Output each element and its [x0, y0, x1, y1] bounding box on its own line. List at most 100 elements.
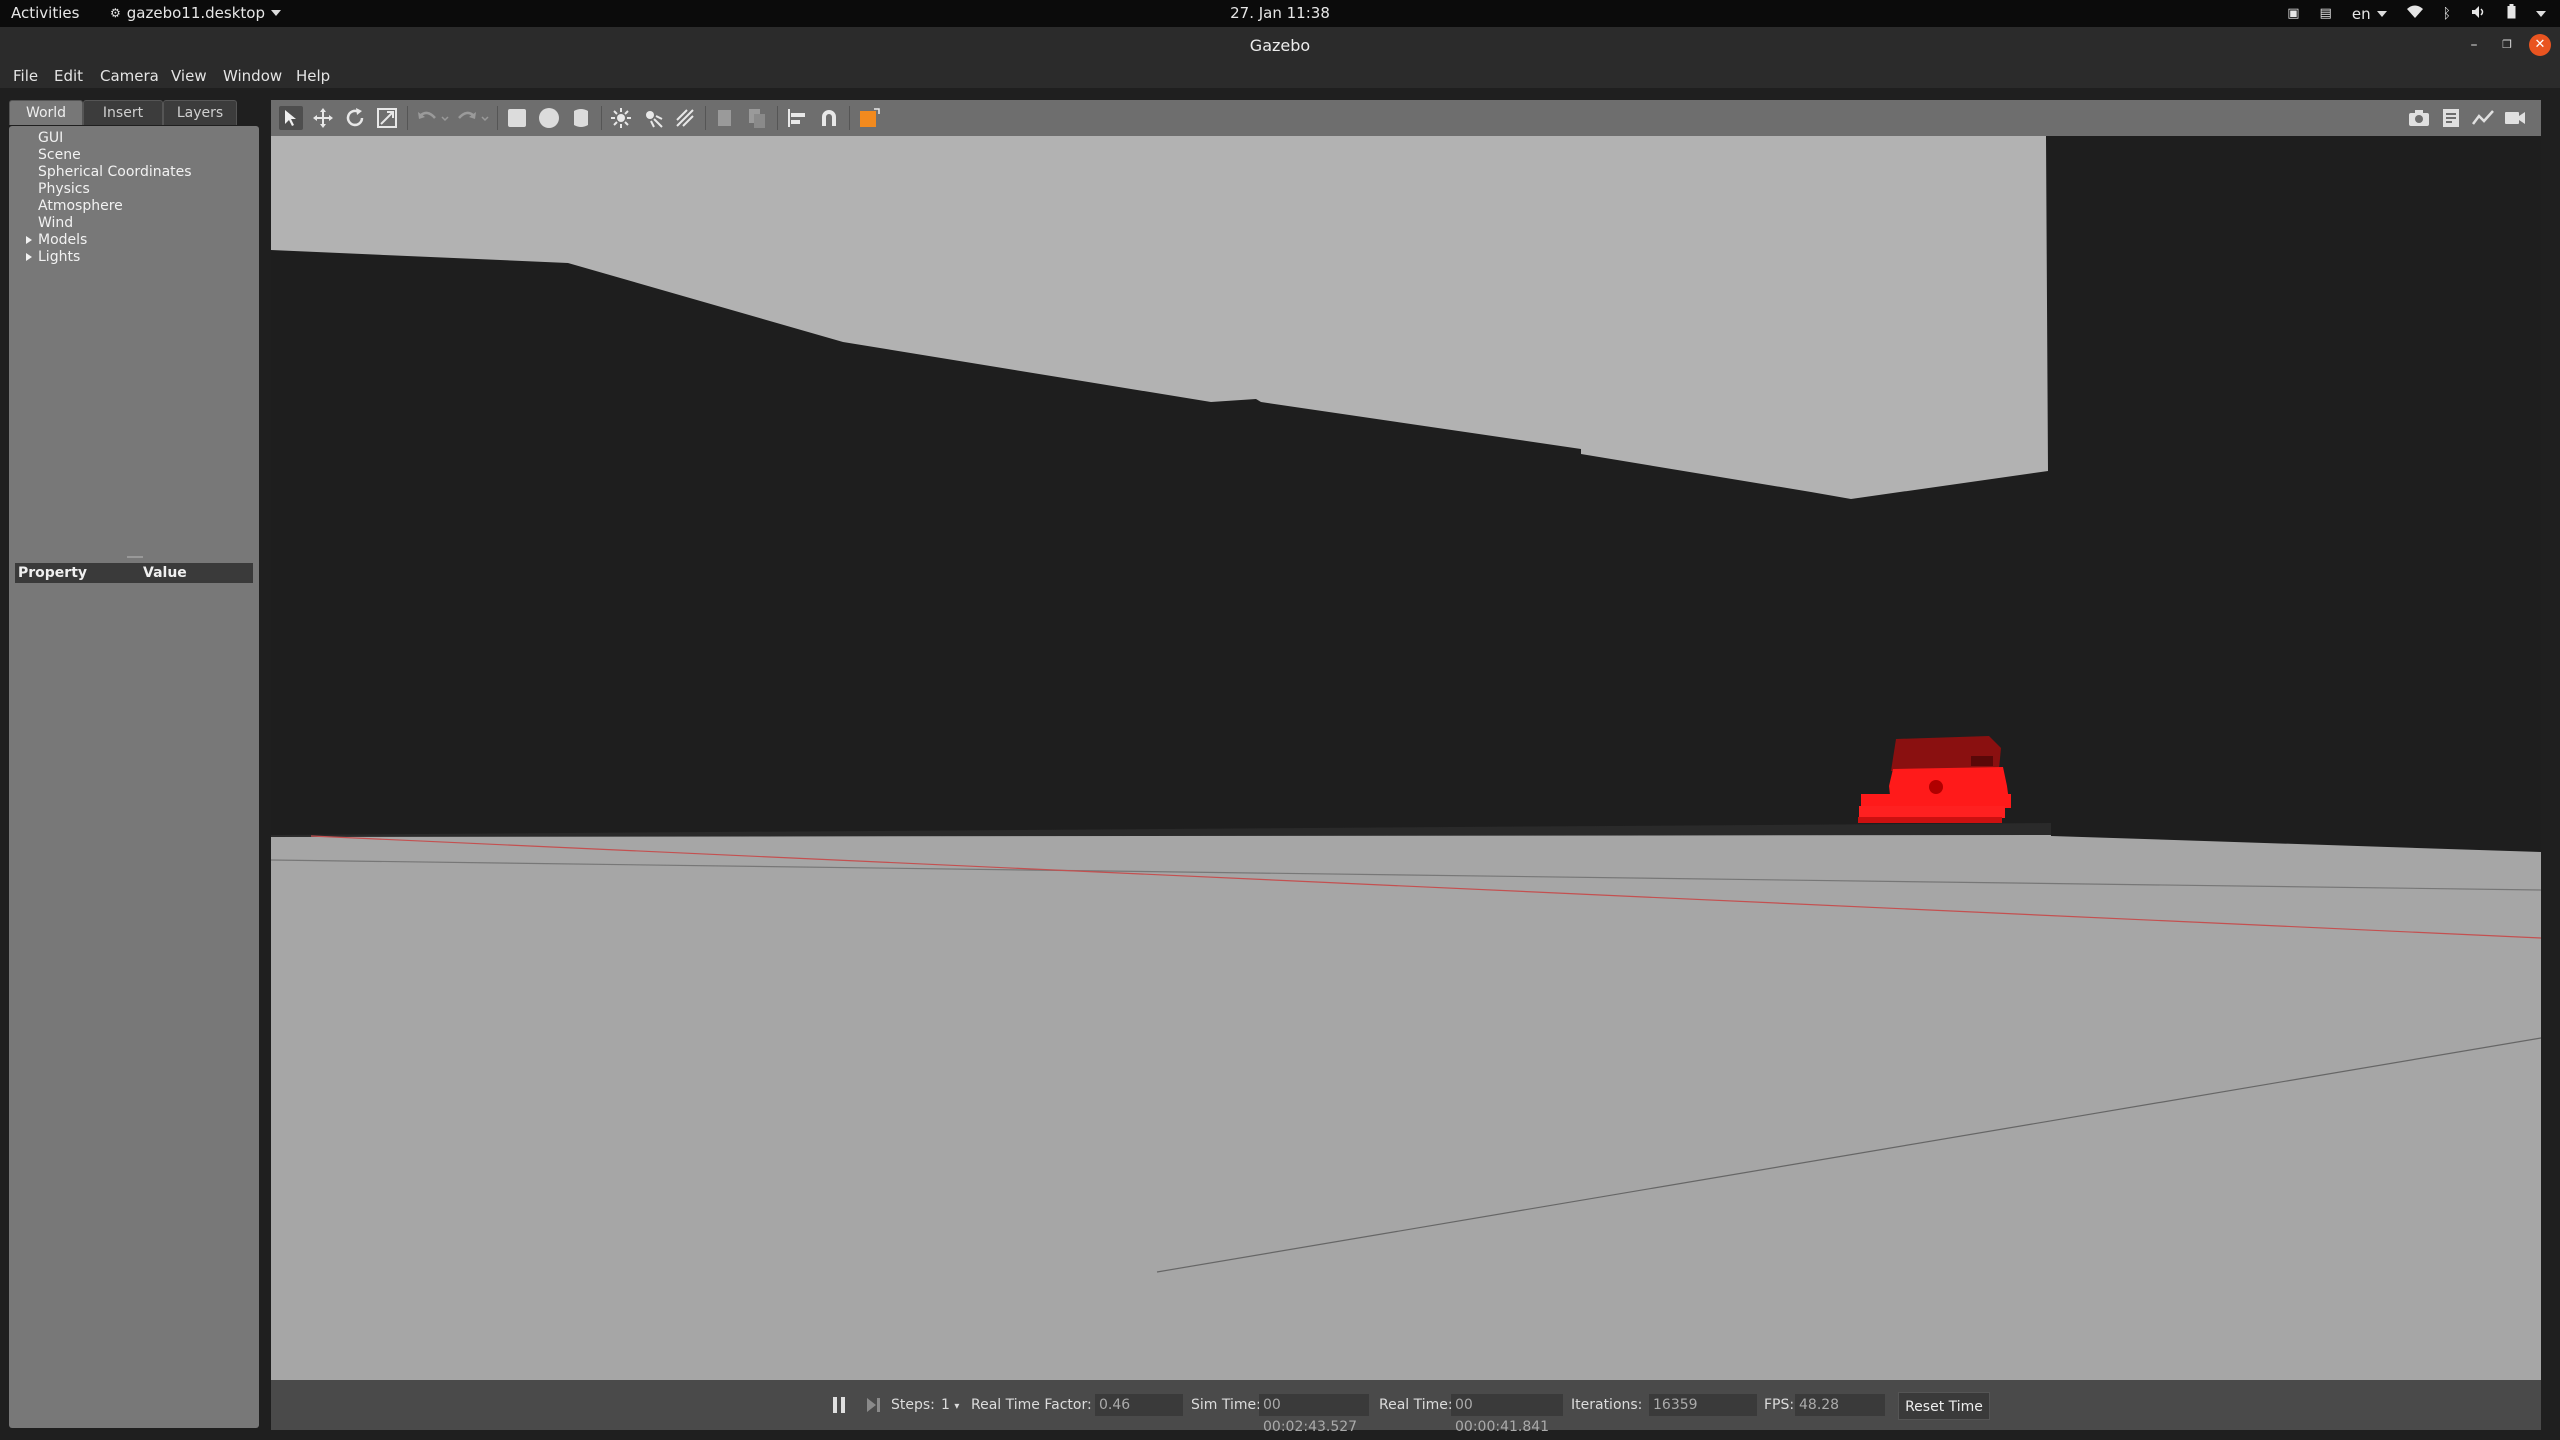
menu-camera[interactable]: Camera [100, 67, 159, 85]
window-title: Gazebo [1249, 36, 1311, 55]
real-time-value: 00 00:00:41.841 [1451, 1394, 1563, 1435]
tree-item-lights[interactable]: Lights [9, 249, 259, 266]
app-menu-label: gazebo11.desktop [126, 4, 265, 22]
panel-splitter-handle[interactable] [127, 556, 143, 558]
tree-item-spherical-coordinates[interactable]: Spherical Coordinates [9, 164, 259, 181]
record-video-icon[interactable] [2503, 106, 2527, 130]
view-angle-icon[interactable] [857, 106, 881, 130]
redo-history-chevron-icon[interactable] [479, 106, 491, 130]
align-icon[interactable] [785, 106, 809, 130]
window-titlebar: Gazebo – ❐ ✕ [0, 27, 2560, 64]
toolbar-separator [777, 106, 778, 130]
cylinder-icon[interactable] [569, 106, 593, 130]
panel-tabs: World Insert Layers [9, 98, 259, 126]
ground-plane [271, 824, 2541, 1380]
tree-item-wind[interactable]: Wind [9, 215, 259, 232]
toolbar-separator [407, 106, 408, 130]
left-panel: World Insert Layers GUI Scene Spherical … [9, 98, 259, 1428]
scene-render [271, 136, 2541, 1380]
activities-button[interactable]: Activities [11, 4, 79, 22]
snap-icon[interactable] [817, 106, 841, 130]
time-panel: Steps: 1 ▾ Real Time Factor: 0.46 Sim Ti… [271, 1380, 2541, 1435]
log-icon[interactable] [2439, 106, 2463, 130]
tab-layers[interactable]: Layers [163, 100, 237, 125]
tree-item-label: Spherical Coordinates [38, 164, 192, 180]
property-table-header: Property Value [15, 563, 253, 583]
language-selector[interactable]: en [2352, 5, 2387, 23]
minimize-icon[interactable]: – [2463, 34, 2485, 56]
value-column-header[interactable]: Value [143, 565, 187, 581]
sim-time-value: 00 00:02:43.527 [1259, 1394, 1369, 1435]
property-column-header[interactable]: Property [18, 565, 87, 581]
toolbar [271, 100, 2541, 136]
top-bar: Activities ⚙ gazebo11.desktop 27. Jan 11… [0, 0, 2560, 27]
directional-light-icon[interactable] [673, 106, 697, 130]
box-icon[interactable] [505, 106, 529, 130]
system-tray: ▣ ▤ en ᛒ [2287, 4, 2546, 23]
point-light-icon[interactable] [609, 106, 633, 130]
tree-item-label: GUI [38, 130, 64, 146]
battery-icon[interactable] [2507, 4, 2516, 23]
plot-icon[interactable] [2471, 106, 2495, 130]
sphere-icon[interactable] [537, 106, 561, 130]
iterations-label: Iterations: [1571, 1397, 1643, 1413]
expand-arrow-icon[interactable] [26, 253, 32, 261]
tree-item-label: Wind [38, 215, 74, 231]
pause-icon[interactable] [831, 1396, 847, 1414]
real-time-factor-value: 0.46 [1095, 1394, 1183, 1416]
paste-icon[interactable] [745, 106, 769, 130]
3d-viewport[interactable] [271, 136, 2541, 1380]
reset-time-button[interactable]: Reset Time [1898, 1392, 1990, 1420]
steps-spinbox[interactable]: 1 ▾ [941, 1397, 959, 1413]
screenshot-icon[interactable] [2407, 106, 2431, 130]
steps-value: 1 [941, 1397, 950, 1413]
world-panel: GUI Scene Spherical Coordinates Physics … [9, 126, 259, 1428]
select-arrow-icon[interactable] [279, 106, 303, 130]
steps-dropdown-icon[interactable]: ▾ [954, 1401, 959, 1412]
fps-label: FPS: [1764, 1397, 1795, 1413]
gazebo-app-icon: ⚙ [110, 6, 121, 20]
redo-icon[interactable] [455, 106, 479, 130]
rotate-icon[interactable] [343, 106, 367, 130]
chevron-down-icon [270, 10, 281, 16]
volume-icon[interactable] [2471, 5, 2487, 23]
menu-window[interactable]: Window [223, 67, 282, 85]
steps-label: Steps: [891, 1397, 935, 1413]
toolbar-separator [497, 106, 498, 130]
undo-icon[interactable] [415, 106, 439, 130]
tree-item-gui[interactable]: GUI [9, 130, 259, 147]
undo-history-chevron-icon[interactable] [439, 106, 451, 130]
drive-icon[interactable]: ▤ [2320, 6, 2332, 21]
system-menu-chevron-icon[interactable] [2536, 10, 2546, 17]
translate-icon[interactable] [311, 106, 335, 130]
menu-view[interactable]: View [171, 67, 207, 85]
restore-icon[interactable]: ❐ [2496, 34, 2518, 56]
tab-insert[interactable]: Insert [83, 100, 163, 125]
tree-item-atmosphere[interactable]: Atmosphere [9, 198, 259, 215]
iterations-value: 16359 [1649, 1394, 1757, 1416]
menu-file[interactable]: File [13, 67, 38, 85]
tree-item-label: Physics [38, 181, 90, 197]
menu-edit[interactable]: Edit [54, 67, 83, 85]
step-icon[interactable] [865, 1397, 881, 1413]
close-icon[interactable]: ✕ [2529, 34, 2551, 56]
tree-item-scene[interactable]: Scene [9, 147, 259, 164]
app-menu[interactable]: ⚙ gazebo11.desktop [110, 4, 281, 22]
spot-light-icon[interactable] [641, 106, 665, 130]
scale-icon[interactable] [375, 106, 399, 130]
real-time-factor-label: Real Time Factor: [971, 1397, 1092, 1413]
menu-help[interactable]: Help [296, 67, 330, 85]
chevron-down-icon [2376, 10, 2387, 17]
tree-item-models[interactable]: Models [9, 232, 259, 249]
clock[interactable]: 27. Jan 11:38 [1230, 4, 1330, 22]
bluetooth-icon[interactable]: ᛒ [2443, 6, 2451, 22]
tab-world[interactable]: World [9, 100, 83, 125]
tree-item-physics[interactable]: Physics [9, 181, 259, 198]
toolbar-separator [601, 106, 602, 130]
wifi-icon[interactable] [2406, 5, 2423, 23]
expand-arrow-icon[interactable] [26, 236, 32, 244]
copy-icon[interactable] [713, 106, 737, 130]
discord-icon[interactable]: ▣ [2287, 6, 2299, 21]
tree-item-label: Atmosphere [38, 198, 123, 214]
tree-item-label: Lights [38, 249, 81, 265]
